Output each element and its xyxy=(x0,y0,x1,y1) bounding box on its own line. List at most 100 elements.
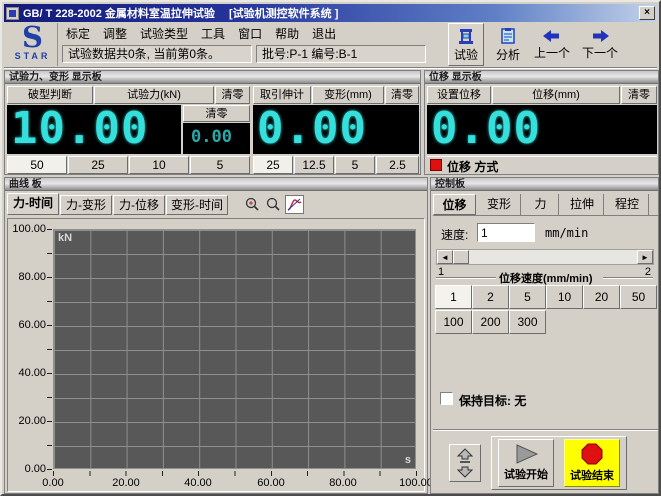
x-tick-60: 60.00 xyxy=(249,477,293,489)
curve-tool-button[interactable] xyxy=(285,195,304,214)
menu-item-tools[interactable]: 工具 xyxy=(201,25,225,42)
y-tick-40: 40.00 xyxy=(6,367,46,379)
analyze-mode-button[interactable]: 分析 xyxy=(490,23,526,66)
displacement-clear-button[interactable]: 清零 xyxy=(621,86,657,104)
deform-unit-label: 变形(mm) xyxy=(312,86,384,104)
play-icon xyxy=(513,444,539,464)
menu-item-exit[interactable]: 退出 xyxy=(312,25,336,42)
force-clear-button[interactable]: 清零 xyxy=(215,86,250,104)
close-button[interactable]: × xyxy=(639,6,655,20)
status-data-count: 试验数据共0条, 当前第0条。 xyxy=(62,45,252,63)
ctab-deform[interactable]: 变形 xyxy=(478,194,521,215)
ctab-tensile[interactable]: 拉伸 xyxy=(561,194,604,215)
logo: S STAR xyxy=(8,23,58,66)
app-icon-glyph xyxy=(9,10,16,17)
chart-y-unit-label: kN xyxy=(58,232,72,244)
chart-x-unit-label: s xyxy=(405,454,411,466)
speed-preset-200[interactable]: 200 xyxy=(472,310,509,334)
menu-item-calibrate[interactable]: 标定 xyxy=(66,25,90,42)
menu-item-window[interactable]: 窗口 xyxy=(238,25,262,42)
zoom-in-button[interactable] xyxy=(243,195,262,214)
force-range-25[interactable]: 25 xyxy=(68,156,128,174)
app-icon xyxy=(6,7,19,20)
speed-label: 速度: xyxy=(441,226,468,243)
previous-button[interactable]: 上一个 xyxy=(530,23,574,66)
previous-label: 上一个 xyxy=(534,44,570,61)
speed-preset-100[interactable]: 100 xyxy=(435,310,472,334)
curve-panel: 曲线 板 力-时间 力-变形 力-位移 变形-时间 xyxy=(4,177,428,494)
deform-range-5[interactable]: 5 xyxy=(335,156,375,174)
ctab-program[interactable]: 程控 xyxy=(606,194,649,215)
force-range-10[interactable]: 10 xyxy=(129,156,189,174)
logo-text: STAR xyxy=(8,51,57,61)
y-tick-80: 80.00 xyxy=(6,271,46,283)
deform-range-12_5[interactable]: 12.5 xyxy=(294,156,334,174)
tab-force-time[interactable]: 力-时间 xyxy=(7,193,59,215)
chart-plot[interactable]: kN s xyxy=(53,229,416,469)
scrollbar-right-arrow[interactable]: ► xyxy=(637,250,653,264)
peak-value-display: 0.00 xyxy=(183,123,250,154)
deform-clear-button[interactable]: 清零 xyxy=(385,86,419,104)
break-judge-button[interactable]: 破型判断 xyxy=(7,86,93,104)
ctab-displacement[interactable]: 位移 xyxy=(433,194,476,215)
menu-item-test-type[interactable]: 试验类型 xyxy=(140,25,188,42)
deform-range-25[interactable]: 25 xyxy=(253,156,293,174)
arrow-right-icon xyxy=(590,29,610,43)
force-deform-panel: 试验力、变形 显示板 破型判断 试验力(kN) 清零 10.00 清零 0.00… xyxy=(4,70,421,175)
speed-input[interactable] xyxy=(477,223,535,242)
jog-arrows-icon xyxy=(455,448,475,478)
displacement-panel-title: 位移 显示板 xyxy=(425,71,658,84)
deform-range-2_5[interactable]: 2.5 xyxy=(376,156,419,174)
tab-force-deform[interactable]: 力-变形 xyxy=(60,195,112,215)
scrollbar-left-arrow[interactable]: ◄ xyxy=(437,250,453,264)
speed-scrollbar[interactable]: ◄ ► xyxy=(436,249,654,265)
displacement-mode-row: 位移 方式 xyxy=(427,156,657,173)
speed-preset-20[interactable]: 20 xyxy=(583,285,620,309)
force-range-5[interactable]: 5 xyxy=(190,156,250,174)
force-deform-panel-title: 试验力、变形 显示板 xyxy=(5,71,420,84)
peak-clear-button[interactable]: 清零 xyxy=(183,105,250,122)
x-axis-ticks xyxy=(53,471,417,476)
test-mode-button[interactable]: 试验 xyxy=(448,23,484,66)
speed-preset-5[interactable]: 5 xyxy=(509,285,546,309)
hold-target-checkbox[interactable] xyxy=(440,392,453,405)
curve-panel-title: 曲线 板 xyxy=(5,178,427,191)
start-stop-group: 试验开始 试验结束 xyxy=(491,436,627,490)
group-line-right xyxy=(603,277,653,279)
force-range-50[interactable]: 50 xyxy=(7,156,67,174)
speed-preset-50[interactable]: 50 xyxy=(620,285,657,309)
menu-item-help[interactable]: 帮助 xyxy=(275,25,299,42)
speed-group-title: 位移速度(mm/min) xyxy=(499,270,593,286)
stop-test-button[interactable]: 试验结束 xyxy=(564,439,620,487)
next-button[interactable]: 下一个 xyxy=(578,23,622,66)
speed-preset-2[interactable]: 2 xyxy=(472,285,509,309)
analyze-mode-label: 分析 xyxy=(496,46,520,63)
extensometer-button[interactable]: 取引伸计 xyxy=(253,86,311,104)
tab-deform-time[interactable]: 变形-时间 xyxy=(166,195,228,215)
hold-target-label: 保持目标: 无 xyxy=(459,392,526,409)
next-label: 下一个 xyxy=(582,44,618,61)
speed-preset-10[interactable]: 10 xyxy=(546,285,583,309)
y-tick-20: 20.00 xyxy=(6,415,46,427)
deform-value-display: 0.00 xyxy=(253,105,419,154)
speed-unit-label: mm/min xyxy=(545,226,588,240)
scrollbar-thumb[interactable] xyxy=(453,250,469,264)
ctab-force[interactable]: 力 xyxy=(523,194,559,215)
chart-area: kN s 100.00 80.00 60.00 40.00 20.00 0.00… xyxy=(7,218,425,492)
start-test-button[interactable]: 试验开始 xyxy=(498,439,554,487)
speed-preset-300[interactable]: 300 xyxy=(509,310,546,334)
force-unit-label: 试验力(kN) xyxy=(94,86,214,104)
menu-item-adjust[interactable]: 调整 xyxy=(103,25,127,42)
app-window: GB/ T 228-2002 金属材料室温拉伸试验 [试验机测控软件系统 ] ×… xyxy=(0,0,661,496)
control-panel-title: 控制板 xyxy=(431,178,658,191)
y-tick-0: 0.00 xyxy=(6,463,46,475)
displacement-mode-label: 位移 方式 xyxy=(447,158,498,175)
bottom-divider xyxy=(433,429,658,431)
displacement-panel: 位移 显示板 设置位移 位移(mm) 清零 0.00 位移 方式 xyxy=(424,70,659,175)
clipboard-icon xyxy=(499,27,517,45)
speed-preset-1[interactable]: 1 xyxy=(435,285,472,309)
set-displacement-button[interactable]: 设置位移 xyxy=(427,86,491,104)
zoom-out-button[interactable] xyxy=(264,195,283,214)
tab-force-displacement[interactable]: 力-位移 xyxy=(113,195,165,215)
jog-up-down-button[interactable] xyxy=(449,444,481,482)
